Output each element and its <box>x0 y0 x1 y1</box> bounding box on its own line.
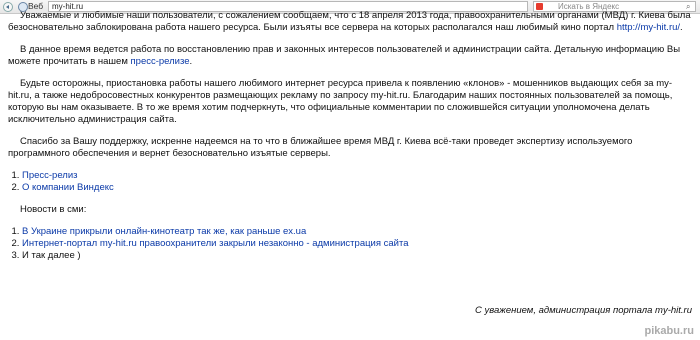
news-link-1[interactable]: В Украине прикрыли онлайн-кинотеатр так … <box>22 226 306 237</box>
paragraph-end: . <box>189 56 193 67</box>
list-item: И так далее ) <box>22 250 694 262</box>
paragraph-thanks: Спасибо за Вашу поддержку, искренне наде… <box>8 136 633 159</box>
paragraph-blocked: Уважаемые и любимые наши пользователи, с… <box>8 10 694 34</box>
links-list: Пресс-релиз О компании Виндекс <box>8 170 694 194</box>
list-item: В Украине прикрыли онлайн-кинотеатр так … <box>22 226 694 238</box>
news-list: В Украине прикрыли онлайн-кинотеатр так … <box>8 226 694 262</box>
signoff: С уважением, администрация портала my-hi… <box>475 305 692 316</box>
page-content: Уважаемые и любимые наши пользователи, с… <box>8 10 694 262</box>
news-link-2[interactable]: Интернет-портал my-hit.ru правоохранител… <box>22 238 409 249</box>
list-item: Пресс-релиз <box>22 170 694 182</box>
site-link[interactable]: http://my-hit.ru/ <box>617 22 680 33</box>
news-item-3: И так далее ) <box>22 250 81 261</box>
news-heading: Новости в сми: <box>20 204 87 215</box>
press-release-item-link[interactable]: Пресс-релиз <box>22 170 78 181</box>
about-company-link[interactable]: О компании Виндекс <box>22 182 114 193</box>
press-release-link[interactable]: пресс-релизе <box>131 56 190 67</box>
paragraph-warning: Будьте осторожны, приостановка работы на… <box>8 78 673 125</box>
watermark: pikabu.ru <box>644 325 694 337</box>
paragraph-end: . <box>680 22 683 33</box>
paragraph-restoration: В данное время ведется работа по восстан… <box>8 44 694 68</box>
list-item: О компании Виндекс <box>22 182 694 194</box>
paragraph-text: Уважаемые и любимые наши пользователи, с… <box>8 10 691 33</box>
yandex-icon <box>536 3 543 10</box>
list-item: Интернет-портал my-hit.ru правоохранител… <box>22 238 694 250</box>
paragraph-text: В данное время ведется работа по восстан… <box>8 44 681 67</box>
